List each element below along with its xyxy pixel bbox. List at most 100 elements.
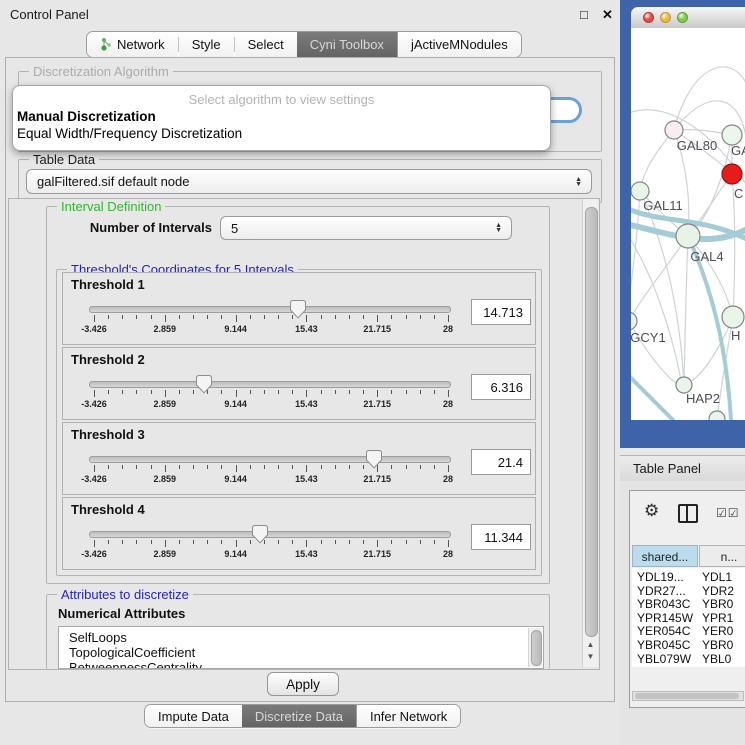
zoom-traffic-light-icon[interactable]	[677, 12, 688, 23]
slider-tick	[321, 315, 322, 319]
slider-tick	[193, 315, 194, 319]
slider-tick	[434, 390, 435, 394]
slider-tick	[122, 390, 123, 394]
slider-tick	[335, 540, 336, 544]
attribute-list-item[interactable]: SelfLoops	[69, 630, 127, 645]
network-node-c[interactable]	[722, 164, 742, 184]
tab-style[interactable]: Style	[179, 32, 234, 57]
table-cell-shared-name[interactable]: YDL19...	[637, 570, 684, 584]
table-cell-name[interactable]: YDR2	[702, 584, 734, 598]
network-node-gal80[interactable]	[665, 121, 683, 139]
table-cell-name[interactable]: YDL1	[702, 570, 732, 584]
tab-jactivemnodules[interactable]: jActiveMNodules	[397, 32, 521, 57]
tab-infer-network[interactable]: Infer Network	[356, 705, 460, 727]
threshold-value-field[interactable]: 11.344	[471, 524, 531, 550]
close-traffic-light-icon[interactable]	[643, 12, 654, 23]
slider-tick	[363, 540, 364, 544]
float-window-icon[interactable]: □	[580, 7, 588, 22]
network-node-label: GAL80	[677, 138, 717, 153]
numerical-attributes-list[interactable]: SelfLoopsTopologicalCoefficientBetweenne…	[58, 626, 544, 669]
slider-tick	[448, 540, 449, 547]
popup-item-manual-discretization[interactable]: Manual Discretization	[17, 109, 156, 124]
slider-tick	[179, 390, 180, 394]
slider-tick	[377, 390, 378, 397]
tab-impute-data[interactable]: Impute Data	[145, 705, 242, 727]
horizontal-scrollbar-thumb[interactable]	[635, 693, 739, 699]
slider-thumb[interactable]	[365, 449, 383, 469]
network-edge[interactable]	[631, 236, 688, 321]
tab-select[interactable]: Select	[235, 32, 297, 57]
network-node-gal4[interactable]	[676, 224, 700, 248]
threshold-value-field[interactable]: 6.316	[471, 374, 531, 400]
scroll-up-icon[interactable]: ▲	[583, 639, 598, 650]
slider-tick	[349, 315, 350, 319]
tab-discretize-data[interactable]: Discretize Data	[242, 705, 356, 727]
horizontal-scrollbar[interactable]	[632, 691, 744, 701]
slider-tick	[151, 315, 152, 319]
table-cell-shared-name[interactable]: YBR045C	[637, 638, 690, 652]
table-cell-shared-name[interactable]: YDR27...	[637, 584, 686, 598]
network-node-gcy1[interactable]	[631, 312, 637, 330]
slider-track[interactable]	[89, 381, 451, 388]
table-cell-shared-name[interactable]: YBR043C	[637, 597, 690, 611]
slider-track[interactable]	[89, 456, 451, 463]
table-data-combobox[interactable]: galFiltered.sif default node ▲▼	[26, 169, 592, 194]
network-window-titlebar[interactable]	[631, 7, 745, 29]
slider-tick	[377, 315, 378, 322]
table-cell-name[interactable]: YER0	[702, 624, 733, 638]
network-node-ga[interactable]	[722, 125, 742, 145]
vertical-scrollbar-thumb[interactable]	[585, 207, 598, 637]
network-edge[interactable]	[640, 130, 674, 191]
network-node-h[interactable]	[722, 306, 744, 328]
column-header-name[interactable]: n...	[699, 545, 745, 567]
slider-tick-label: 2.859	[154, 474, 177, 484]
network-edge[interactable]	[684, 236, 688, 385]
table-cell-shared-name[interactable]: YBL079W	[637, 652, 691, 666]
select-columns-checkbox-icons[interactable]: ☑☑	[716, 506, 740, 520]
table-cell-name[interactable]: YBR0	[702, 597, 733, 611]
close-window-icon[interactable]: ✕	[602, 7, 613, 23]
apply-button[interactable]: Apply	[267, 672, 339, 696]
network-edge-highlighted[interactable]	[631, 373, 673, 420]
slider-tick	[250, 315, 251, 319]
slider-track[interactable]	[89, 306, 451, 313]
slider-tick	[391, 390, 392, 394]
slider-tick	[406, 465, 407, 469]
network-edge[interactable]	[631, 228, 681, 380]
table-cell-name[interactable]: YBR0	[702, 638, 733, 652]
threshold-value-field[interactable]: 14.713	[471, 299, 531, 325]
list-scrollbar-thumb[interactable]	[531, 630, 542, 666]
slider-tick-label: 15.43	[295, 549, 318, 559]
threshold-value-field[interactable]: 21.4	[471, 449, 531, 475]
table-settings-gear-icon[interactable]: ⚙	[644, 501, 659, 521]
table-cell-name[interactable]: YLR3	[702, 665, 732, 667]
attribute-list-item[interactable]: TopologicalCoefficient	[69, 645, 195, 660]
tab-cyni-toolbox[interactable]: Cyni Toolbox	[297, 32, 397, 57]
list-scrollbar[interactable]	[528, 628, 542, 667]
slider-track[interactable]	[89, 531, 451, 538]
cyni-mode-tabs: Impute DataDiscretize DataInfer Network	[144, 704, 461, 728]
column-header-shared[interactable]: shared...	[632, 545, 698, 567]
slider-thumb[interactable]	[289, 299, 307, 319]
attribute-list-item[interactable]: BetweennessCentrality	[69, 660, 202, 669]
number-of-intervals-combobox[interactable]: 5 ▲▼	[220, 216, 512, 240]
popup-item-equal-width-frequency[interactable]: Equal Width/Frequency Discretization	[17, 126, 242, 141]
table-cell-name[interactable]: YPR1	[702, 611, 733, 625]
network-node[interactable]	[709, 411, 725, 420]
table-cell-shared-name[interactable]: YPR145W	[637, 611, 693, 625]
network-canvas[interactable]: GAL80GACGAL11GAL4GCY1HHAP2	[631, 28, 745, 420]
slider-thumb[interactable]	[195, 374, 213, 394]
slider-thumb[interactable]	[251, 524, 269, 544]
scroll-down-icon[interactable]: ▼	[583, 651, 598, 662]
tab-network[interactable]: Network	[87, 32, 178, 57]
minimize-traffic-light-icon[interactable]	[660, 12, 671, 23]
slider-tick	[236, 540, 237, 547]
slider-tick	[179, 465, 180, 469]
table-rows[interactable]: YDL19... YDL1 YDR27... YDR2 YBR043C YBR0 YPR14…	[632, 568, 745, 667]
slider-tick-label: 2.859	[154, 324, 177, 334]
split-columns-icon[interactable]	[678, 504, 698, 523]
table-cell-shared-name[interactable]: YER054C	[637, 624, 690, 638]
vertical-scrollbar[interactable]: ▲ ▼	[582, 199, 598, 667]
table-cell-name[interactable]: YBL0	[702, 652, 731, 666]
table-cell-shared-name[interactable]: YLR345W	[637, 665, 692, 667]
